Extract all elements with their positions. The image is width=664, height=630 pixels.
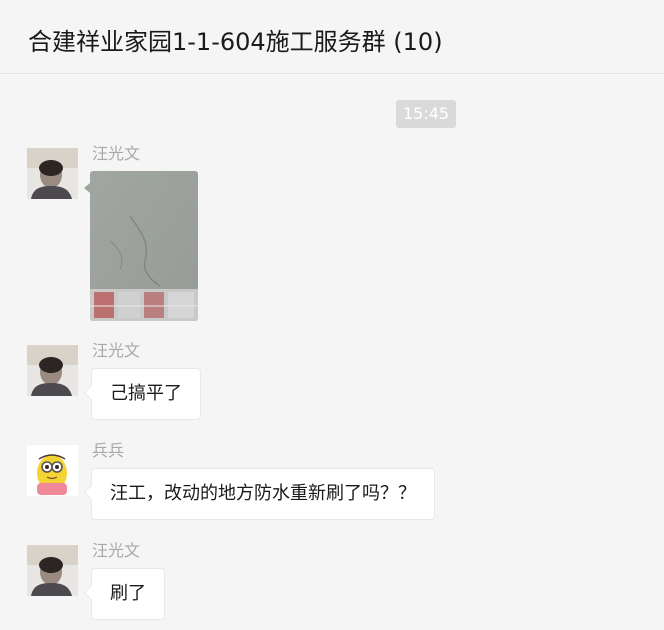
image-message[interactable] [90,171,198,321]
avatar[interactable] [27,345,78,396]
sender-name: 汪光文 [92,144,141,163]
avatar[interactable] [27,545,78,596]
chat-header: 合建祥业家园1-1-604施工服务群 (10) [0,0,664,74]
message-bubble[interactable]: 己搞平了 [91,368,201,420]
time-separator: 15:45 [396,100,456,128]
chat-title: 合建祥业家园1-1-604施工服务群 (10) [28,28,443,56]
sender-name: 汪光文 [92,341,141,360]
sender-name: 兵兵 [92,441,125,460]
avatar[interactable] [27,148,78,199]
avatar[interactable] [27,445,78,496]
sender-name: 汪光文 [92,541,141,560]
message-bubble[interactable]: 汪工，改动的地方防水重新刷了吗？？ [91,468,435,520]
message-bubble[interactable]: 刷了 [91,568,165,620]
